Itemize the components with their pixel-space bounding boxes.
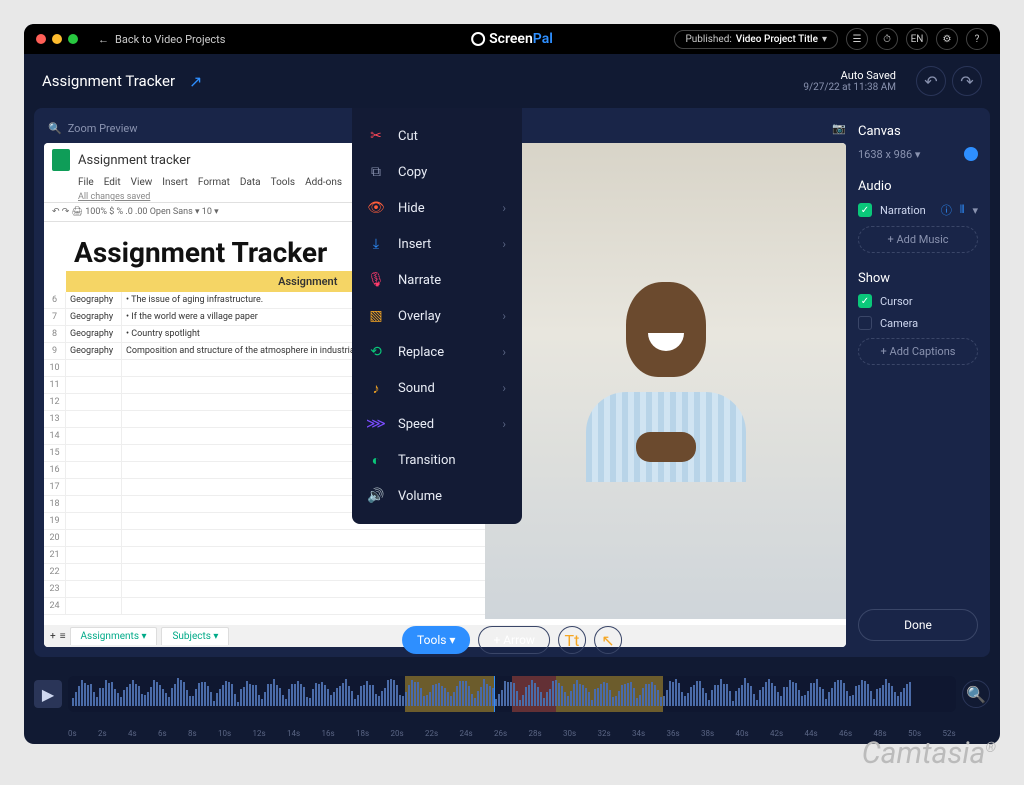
chevron-right-icon: › (502, 237, 506, 251)
project-header: Assignment Tracker ↗ Auto Saved 9/27/22 … (24, 54, 1000, 108)
narrate-icon: 🎙 (368, 272, 384, 288)
bars-icon[interactable]: ⫴ (960, 203, 965, 217)
minimize-window[interactable] (52, 34, 62, 44)
chevron-right-icon: › (502, 345, 506, 359)
autosave-status: Auto Saved 9/27/22 at 11:38 AM (803, 69, 896, 93)
context-menu: ✂Cut⧉Copy👁Hide›⤓Insert›🎙Narrate▧Overlay›… (352, 108, 522, 524)
add-captions-button[interactable]: + Add Captions (858, 338, 978, 365)
audio-section: Audio (858, 179, 978, 194)
titlebar-right: Published: Video Project Title ▾ ☰ ⏱ EN … (674, 28, 988, 50)
ctx-item-replace[interactable]: ⟲Replace› (352, 334, 522, 370)
timeline-search-icon[interactable]: 🔍 (962, 680, 990, 708)
timeline-ticks: 0s2s4s6s8s10s12s14s16s18s20s22s24s26s28s… (24, 727, 1000, 744)
chevron-down-icon: ▾ (822, 34, 827, 45)
properties-panel: Canvas 1638 x 986 ▾ Audio ✓Narration ⓘ ⫴… (856, 118, 980, 647)
sheet-title: Assignment tracker (78, 153, 191, 168)
sheet-tab[interactable]: Assignments ▾ (70, 627, 158, 645)
show-section: Show (858, 271, 978, 286)
person-image (601, 282, 731, 442)
cursor-tool-icon[interactable]: ↖ (594, 626, 622, 654)
ctx-item-speed[interactable]: ⋙Speed› (352, 406, 522, 442)
timeline-track[interactable] (68, 676, 956, 712)
canvas-dims[interactable]: 1638 x 986 ▾ (858, 147, 978, 161)
add-music-button[interactable]: + Add Music (858, 226, 978, 253)
ctx-item-insert[interactable]: ⤓Insert› (352, 226, 522, 262)
open-external-icon[interactable]: ↗ (189, 72, 202, 91)
overlay-icon: ▧ (368, 308, 384, 324)
tools-bar: Tools ▾ + Arrow Tt ↖ (402, 626, 622, 654)
hide-icon: 👁 (368, 200, 384, 216)
ctx-item-narrate[interactable]: 🎙Narrate (352, 262, 522, 298)
text-tool-icon[interactable]: Tt (558, 626, 586, 654)
transition-icon: ◐ (368, 452, 384, 468)
copy-icon: ⧉ (368, 164, 384, 180)
ctx-item-copy[interactable]: ⧉Copy (352, 154, 522, 190)
close-window[interactable] (36, 34, 46, 44)
color-swatch[interactable] (964, 147, 978, 161)
app-window: ← Back to Video Projects ScreenPal Publi… (24, 24, 1000, 744)
project-title: Assignment Tracker (42, 72, 175, 90)
ctx-item-cut[interactable]: ✂Cut (352, 118, 522, 154)
redo-button[interactable]: ↷ (952, 66, 982, 96)
watermark: Camtasia® (862, 736, 996, 771)
sheets-icon (52, 149, 70, 171)
ctx-item-sound[interactable]: ♪Sound› (352, 370, 522, 406)
language-button[interactable]: EN (906, 28, 928, 50)
brand: ScreenPal (471, 31, 553, 47)
chevron-right-icon: › (502, 309, 506, 323)
insert-icon: ⤓ (368, 236, 384, 252)
undo-button[interactable]: ↶ (916, 66, 946, 96)
volume-icon: 🔊 (368, 488, 384, 504)
brand-logo-icon (471, 32, 485, 46)
playhead[interactable] (494, 676, 495, 712)
help-icon[interactable]: ? (966, 28, 988, 50)
timeline: ▶ 🔍 (24, 657, 1000, 727)
chevron-right-icon: › (502, 201, 506, 215)
replace-icon: ⟲ (368, 344, 384, 360)
add-arrow-button[interactable]: + Arrow (478, 626, 550, 654)
maximize-window[interactable] (68, 34, 78, 44)
cut-icon: ✂ (368, 128, 384, 144)
camera-icon[interactable]: 📷 (832, 122, 846, 135)
publish-status[interactable]: Published: Video Project Title ▾ (674, 30, 838, 49)
list-icon[interactable]: ☰ (846, 28, 868, 50)
play-button[interactable]: ▶ (34, 680, 62, 708)
tools-button[interactable]: Tools ▾ (402, 626, 470, 654)
sound-icon: ♪ (368, 380, 384, 396)
settings-icon[interactable]: ⚙ (936, 28, 958, 50)
chevron-right-icon: › (502, 381, 506, 395)
canvas-section: Canvas (858, 124, 978, 139)
zoom-icon: 🔍 (48, 122, 62, 135)
sheet-tab[interactable]: Subjects ▾ (161, 627, 229, 645)
camera-toggle[interactable]: Camera (858, 316, 978, 330)
ctx-item-transition[interactable]: ◐Transition (352, 442, 522, 478)
titlebar: ← Back to Video Projects ScreenPal Publi… (24, 24, 1000, 54)
back-label: Back to Video Projects (115, 33, 225, 46)
cursor-toggle[interactable]: ✓Cursor (858, 294, 978, 308)
ctx-item-volume[interactable]: 🔊Volume (352, 478, 522, 514)
narration-toggle[interactable]: ✓Narration ⓘ ⫴ ▾ (858, 202, 978, 218)
chevron-right-icon: › (502, 417, 506, 431)
back-to-projects[interactable]: ← Back to Video Projects (98, 33, 225, 46)
ctx-item-overlay[interactable]: ▧Overlay› (352, 298, 522, 334)
clock-icon[interactable]: ⏱ (876, 28, 898, 50)
back-arrow-icon: ← (98, 33, 109, 46)
speed-icon: ⋙ (368, 416, 384, 432)
done-button[interactable]: Done (858, 609, 978, 641)
ctx-item-hide[interactable]: 👁Hide› (352, 190, 522, 226)
webcam-overlay[interactable] (485, 143, 846, 619)
main-area: 🔍 Zoom Preview 📷 Assignment tracker File… (34, 108, 990, 657)
